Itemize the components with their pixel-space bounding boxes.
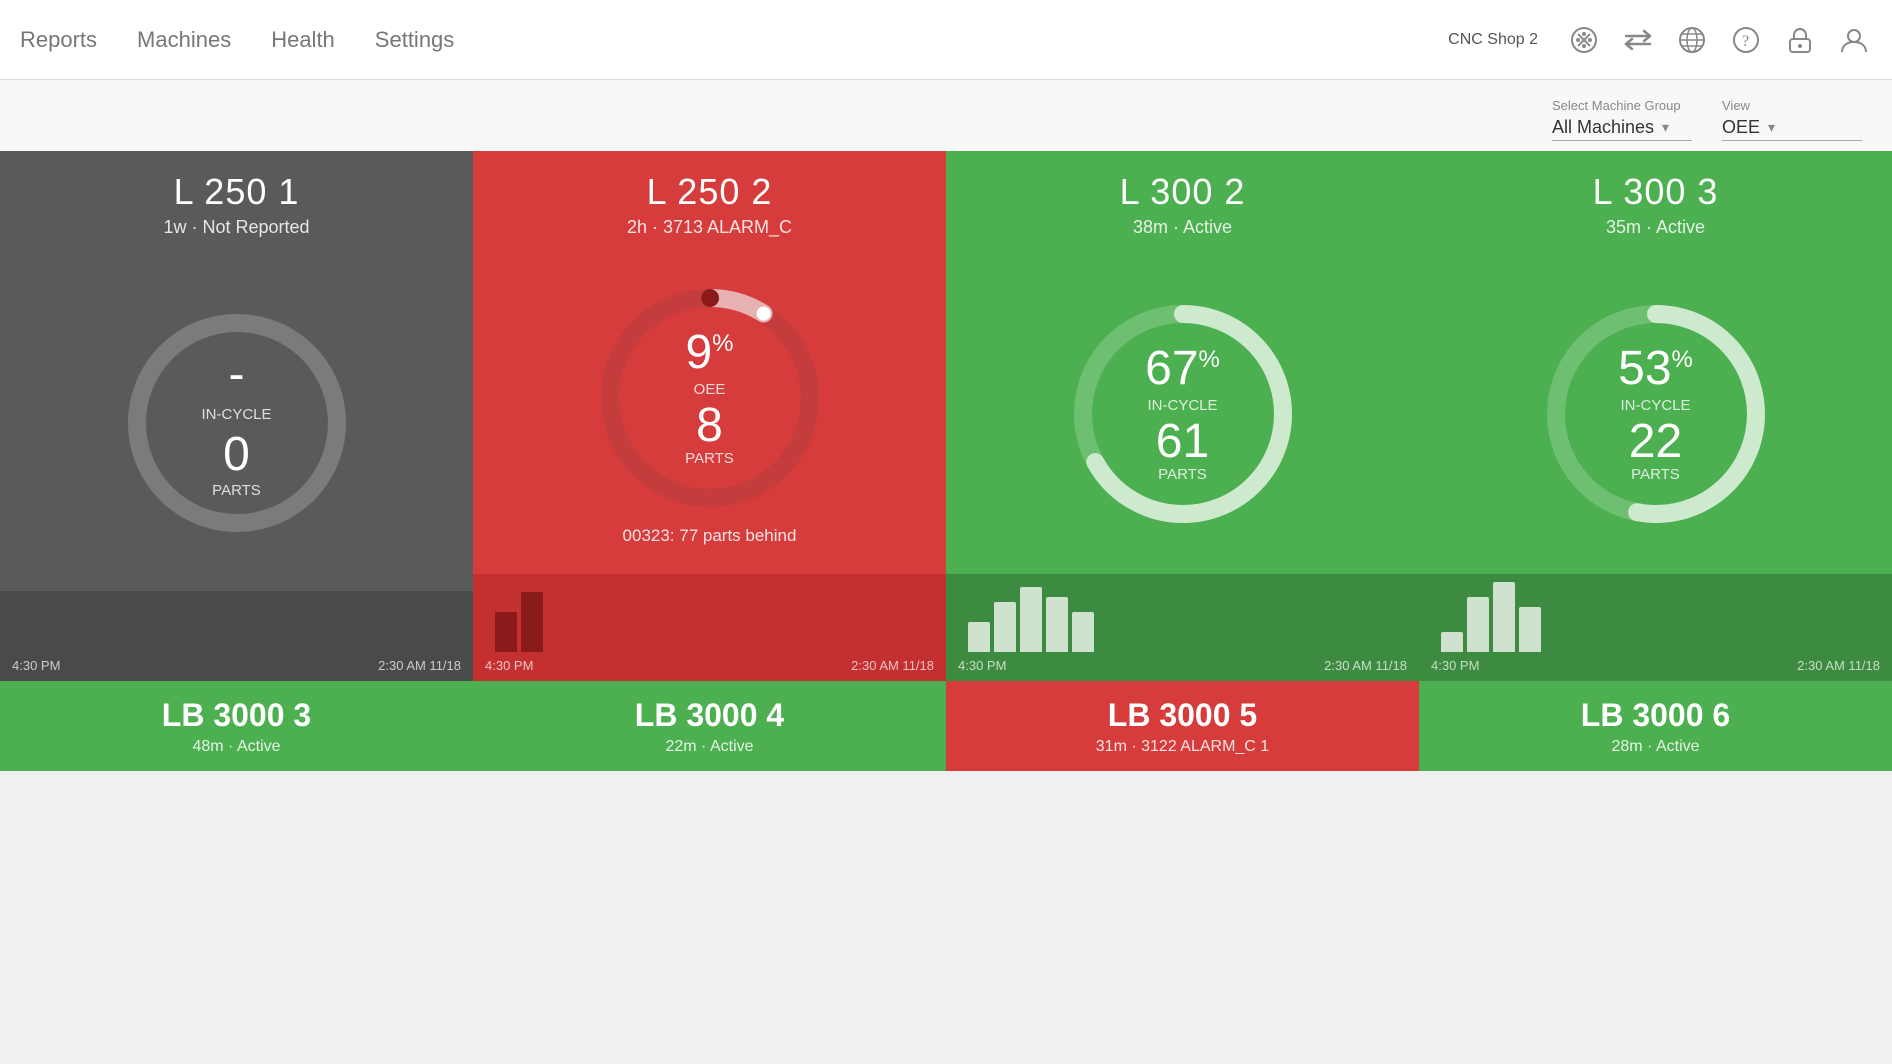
- cross-icon[interactable]: [1566, 22, 1602, 58]
- gauge-parts-label: PARTS: [685, 450, 734, 467]
- machine-group-label: Select Machine Group: [1552, 98, 1681, 113]
- gauge-inner: 9% OEE 8 PARTS: [685, 329, 734, 467]
- bottom-card-name: LB 3000 6: [1581, 697, 1730, 734]
- machine-group-value: All Machines: [1552, 117, 1654, 138]
- time-start: 4:30 PM: [12, 658, 60, 673]
- gauge-metric-label: OEE: [685, 381, 734, 398]
- nav-machines[interactable]: Machines: [137, 23, 231, 57]
- gauge-inner: 67% IN-CYCLE 61 PARTS: [1145, 345, 1220, 483]
- bottom-row: LB 3000 3 48m · Active LB 3000 4 22m · A…: [0, 681, 1892, 771]
- machine-status: 35m · Active: [1435, 217, 1876, 238]
- machine-name: L 250 1: [16, 171, 457, 213]
- machine-grid: L 250 1 1w · Not Reported - IN-CYCLE 0 P…: [0, 151, 1892, 681]
- machine-card-l-250-2[interactable]: L 250 2 2h · 3713 ALARM_C 9% OEE 8 PARTS…: [473, 151, 946, 681]
- time-end: 2:30 AM 11/18: [1797, 658, 1880, 673]
- view-value: OEE: [1722, 117, 1760, 138]
- view-chevron: ▾: [1768, 119, 1775, 136]
- machine-group-dropdown[interactable]: All Machines ▾: [1552, 117, 1692, 141]
- view-selector: View OEE ▾: [1722, 98, 1862, 141]
- top-right-actions: CNC Shop 2: [1448, 22, 1872, 58]
- view-dropdown[interactable]: OEE ▾: [1722, 117, 1862, 141]
- gauge-metric-label: IN-CYCLE: [1145, 397, 1220, 414]
- bottom-card-name: LB 3000 5: [1108, 697, 1257, 734]
- time-end: 2:30 AM 11/18: [1324, 658, 1407, 673]
- gauge-dash: -: [201, 347, 271, 402]
- gauge-parts-value: 22: [1618, 418, 1693, 466]
- machine-status: 1w · Not Reported: [16, 217, 457, 238]
- nav-settings[interactable]: Settings: [375, 23, 455, 57]
- machine-name: L 300 3: [1435, 171, 1876, 213]
- gauge-parts-value: 61: [1145, 418, 1220, 466]
- machine-name: L 250 2: [489, 171, 930, 213]
- gauge: - IN-CYCLE 0 PARTS: [117, 303, 357, 543]
- machine-group-chevron: ▾: [1662, 119, 1669, 136]
- gauge-inner: - IN-CYCLE 0 PARTS: [201, 347, 271, 499]
- gauge-parts-label: PARTS: [201, 482, 271, 499]
- nav-health[interactable]: Health: [271, 23, 335, 57]
- machine-status: 2h · 3713 ALARM_C: [489, 217, 930, 238]
- machine-card-l-250-1[interactable]: L 250 1 1w · Not Reported - IN-CYCLE 0 P…: [0, 151, 473, 681]
- bottom-card-name: LB 3000 4: [635, 697, 784, 734]
- gauge-in-cycle-label: IN-CYCLE: [201, 406, 271, 423]
- lock-icon[interactable]: [1782, 22, 1818, 58]
- gauge: 9% OEE 8 PARTS: [590, 278, 830, 518]
- bottom-card-lb-3000-3[interactable]: LB 3000 3 48m · Active: [0, 681, 473, 771]
- bottom-card-status: 48m · Active: [192, 738, 280, 756]
- machine-card-l-300-2[interactable]: L 300 2 38m · Active 67% IN-CYCLE 61 PAR…: [946, 151, 1419, 681]
- bottom-card-status: 31m · 3122 ALARM_C 1: [1096, 738, 1269, 756]
- toolbar: Select Machine Group All Machines ▾ View…: [0, 80, 1892, 151]
- bottom-card-lb-3000-6[interactable]: LB 3000 6 28m · Active: [1419, 681, 1892, 771]
- time-end: 2:30 AM 11/18: [378, 658, 461, 673]
- bottom-card-lb-3000-5[interactable]: LB 3000 5 31m · 3122 ALARM_C 1: [946, 681, 1419, 771]
- gauge-parts-value: 8: [685, 402, 734, 450]
- behind-message: 00323: 77 parts behind: [623, 518, 797, 550]
- gauge-percent: 9%: [685, 329, 734, 377]
- machine-status: 38m · Active: [962, 217, 1403, 238]
- app-title: CNC Shop 2: [1448, 31, 1538, 49]
- gauge-parts-value: 0: [201, 427, 271, 482]
- bottom-card-name: LB 3000 3: [162, 697, 311, 734]
- globe-icon[interactable]: [1674, 22, 1710, 58]
- nav-reports[interactable]: Reports: [20, 23, 97, 57]
- time-end: 2:30 AM 11/18: [851, 658, 934, 673]
- top-nav: Reports Machines Health Settings CNC Sho…: [0, 0, 1892, 80]
- arrows-icon[interactable]: [1620, 22, 1656, 58]
- question-icon[interactable]: ?: [1728, 22, 1764, 58]
- machine-card-l-300-3[interactable]: L 300 3 35m · Active 53% IN-CYCLE 22 PAR…: [1419, 151, 1892, 681]
- gauge-percent: 53%: [1618, 345, 1693, 393]
- svg-text:?: ?: [1742, 33, 1749, 50]
- view-label: View: [1722, 98, 1750, 113]
- user-icon[interactable]: [1836, 22, 1872, 58]
- time-start: 4:30 PM: [1431, 658, 1479, 673]
- machine-name: L 300 2: [962, 171, 1403, 213]
- gauge-metric-label: IN-CYCLE: [1618, 397, 1693, 414]
- bottom-card-lb-3000-4[interactable]: LB 3000 4 22m · Active: [473, 681, 946, 771]
- gauge: 67% IN-CYCLE 61 PARTS: [1063, 294, 1303, 534]
- bottom-card-status: 28m · Active: [1611, 738, 1699, 756]
- time-start: 4:30 PM: [958, 658, 1006, 673]
- gauge-parts-label: PARTS: [1618, 466, 1693, 483]
- time-start: 4:30 PM: [485, 658, 533, 673]
- gauge-inner: 53% IN-CYCLE 22 PARTS: [1618, 345, 1693, 483]
- bottom-card-status: 22m · Active: [665, 738, 753, 756]
- nav-links: Reports Machines Health Settings: [20, 23, 1448, 57]
- gauge-percent: 67%: [1145, 345, 1220, 393]
- gauge: 53% IN-CYCLE 22 PARTS: [1536, 294, 1776, 534]
- gauge-parts-label: PARTS: [1145, 466, 1220, 483]
- machine-group-selector: Select Machine Group All Machines ▾: [1552, 98, 1692, 141]
